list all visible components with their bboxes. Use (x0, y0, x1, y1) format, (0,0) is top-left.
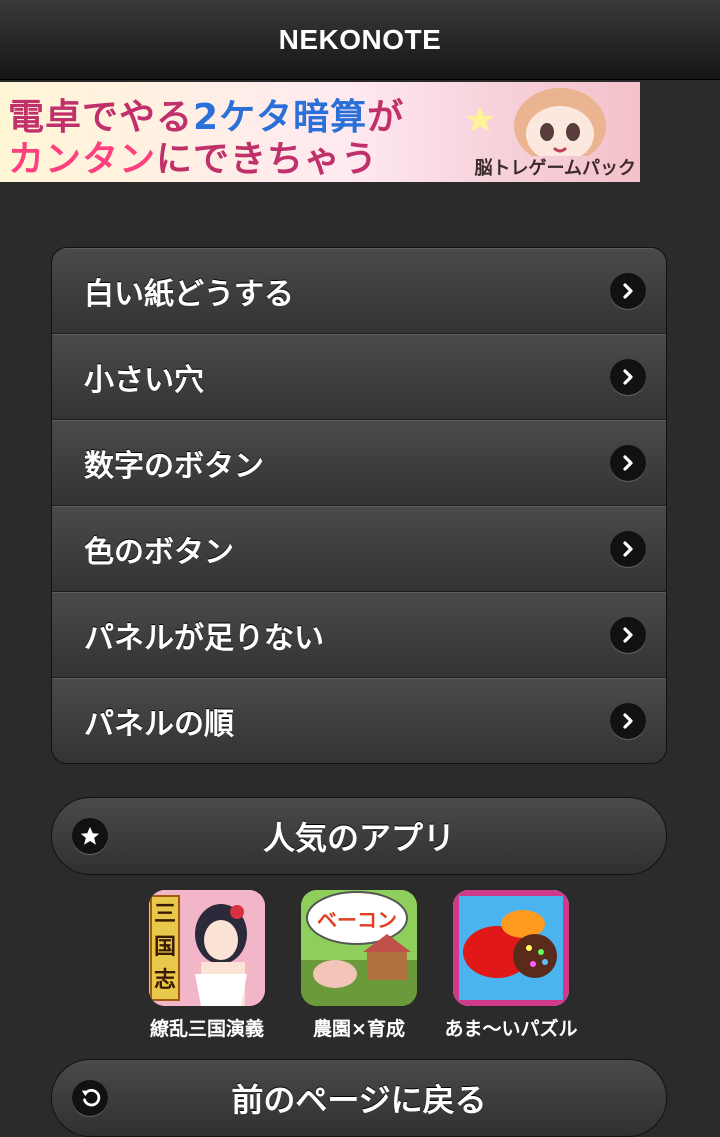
star-icon (72, 818, 108, 854)
sangokushi-app-icon: 三国志 (149, 890, 265, 1006)
menu-item-color-buttons[interactable]: 色のボタン (52, 506, 666, 592)
sangokushi-icon-text: 三国志 (153, 902, 176, 993)
anime-girl-illustration (466, 88, 606, 156)
menu-item-label: パネルの順 (84, 707, 234, 742)
menu-item-label: パネルが足りない (84, 621, 324, 656)
menu-item-label: 色のボタン (84, 535, 234, 570)
menu-item-panel-order[interactable]: パネルの順 (52, 678, 666, 763)
back-button-label: 前のページに戻る (231, 1081, 487, 1119)
chevron-right-icon (610, 617, 646, 653)
popular-apps-button[interactable]: 人気のアプリ (51, 797, 667, 875)
chevron-right-icon (610, 703, 646, 739)
app-title: NEKONOTE (278, 23, 442, 55)
banner-caption: 脳トレゲームパック (474, 158, 636, 179)
app-label: 繚乱三国演義 (149, 1018, 264, 1040)
chevron-right-icon (610, 273, 646, 309)
app-label: 農園×育成 (313, 1018, 405, 1040)
candy-app-icon (453, 890, 569, 1006)
farm-app-icon: ベーコン (301, 890, 417, 1006)
menu-item-label: 白い紙どうする (84, 277, 294, 312)
help-menu-list: 白い紙どうする 小さい穴 数字のボタン 色のボタン パネルが足りない パネルの順 (51, 247, 667, 764)
chevron-right-icon (610, 359, 646, 395)
menu-item-small-hole[interactable]: 小さい穴 (52, 334, 666, 420)
popular-apps-label: 人気のアプリ (262, 819, 455, 857)
farm-icon-text: ベーコン (317, 908, 397, 932)
menu-item-label: 数字のボタン (84, 449, 264, 484)
chevron-right-icon (610, 531, 646, 567)
menu-item-missing-panels[interactable]: パネルが足りない (52, 592, 666, 678)
app-label: あま〜いパズル (444, 1018, 578, 1040)
popular-apps-list: 三国志 繚乱三国演義 ベーコン 農園×育成 あま〜いパズル (140, 890, 600, 1040)
menu-item-white-paper[interactable]: 白い紙どうする (52, 248, 666, 334)
ad-banner[interactable]: 電卓でやる2ケタ暗算が カンタンにできちゃう 脳トレゲームパック (0, 82, 640, 182)
back-arrow-icon (72, 1080, 108, 1116)
app-header: NEKONOTE (0, 0, 720, 80)
app-item-sangokushi[interactable]: 三国志 繚乱三国演義 (132, 890, 282, 1041)
back-button[interactable]: 前のページに戻る (51, 1059, 667, 1137)
menu-item-label: 小さい穴 (84, 363, 204, 398)
menu-item-number-buttons[interactable]: 数字のボタン (52, 420, 666, 506)
app-item-farm[interactable]: ベーコン 農園×育成 (284, 890, 434, 1041)
chevron-right-icon (610, 445, 646, 481)
banner-headline-2: カンタンにできちゃう (8, 139, 379, 180)
app-item-candy[interactable]: あま〜いパズル (436, 890, 586, 1041)
